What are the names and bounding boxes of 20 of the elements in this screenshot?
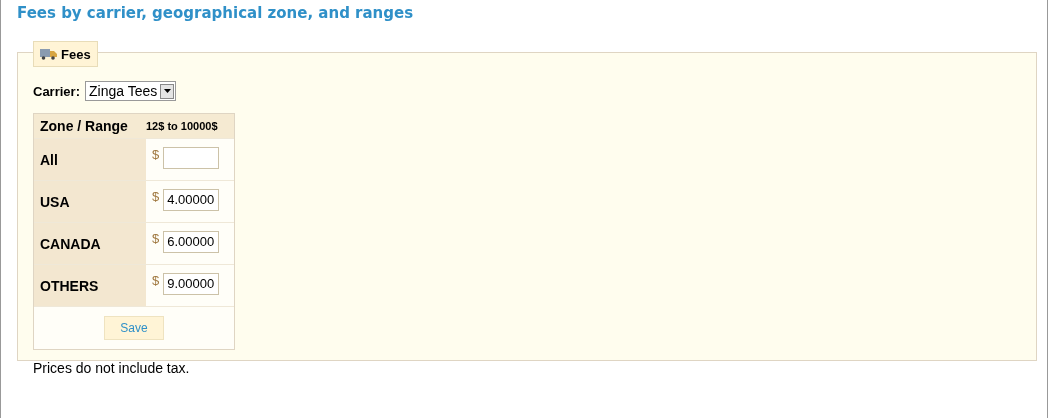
currency-symbol: $: [152, 231, 160, 246]
fee-input[interactable]: 4.00000: [163, 188, 220, 211]
truck-icon: [40, 48, 57, 60]
currency-symbol: $: [152, 189, 160, 204]
currency-symbol: $: [152, 273, 160, 288]
fee-input[interactable]: [163, 146, 220, 169]
page-title: Fees by carrier, geographical zone, and ranges: [17, 3, 415, 24]
zone-cell: All: [34, 139, 146, 180]
zone-cell: OTHERS: [34, 265, 146, 306]
fee-input[interactable]: 9.00000: [163, 272, 220, 295]
currency-symbol: $: [152, 147, 160, 162]
carrier-label: Carrier:: [33, 83, 80, 99]
zone-cell: CANADA: [34, 223, 146, 264]
column-header: 12$ to 10000$: [146, 120, 218, 132]
zone-cell: USA: [34, 181, 146, 222]
tax-note: Prices do not include tax.: [33, 360, 191, 376]
legend-text: Fees: [61, 46, 91, 62]
column-header: Zone / Range: [39, 118, 129, 134]
carrier-select[interactable]: Zinga Tees: [84, 81, 177, 101]
fee-input[interactable]: 6.00000: [163, 230, 220, 253]
